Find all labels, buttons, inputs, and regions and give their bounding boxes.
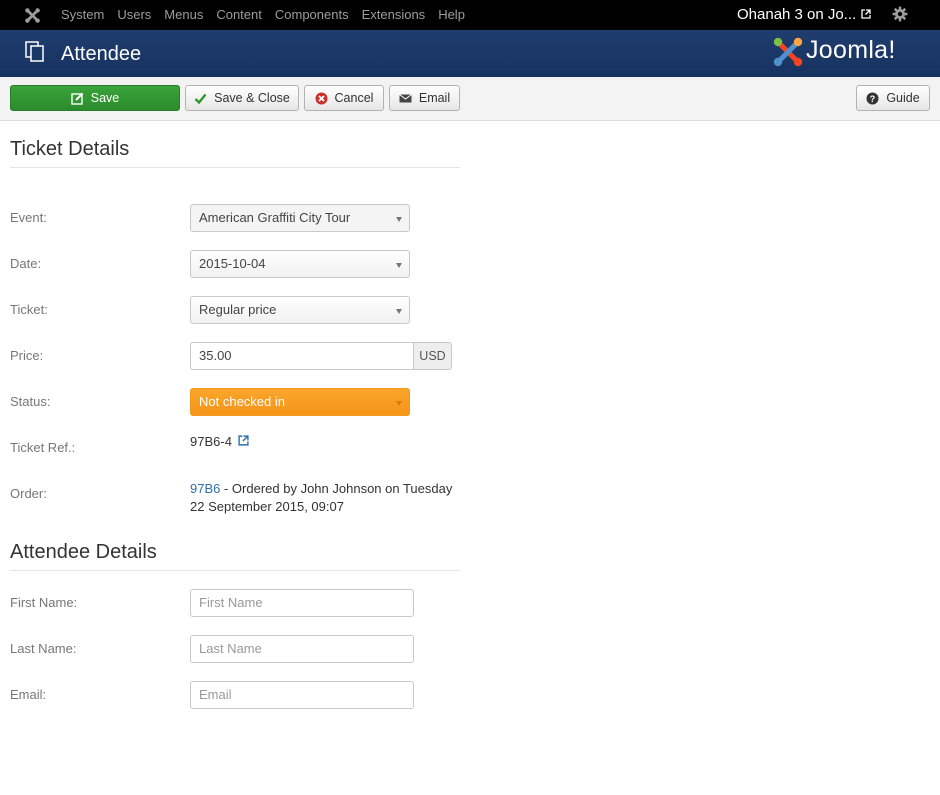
order-label: Order: [10,486,47,501]
menu-system[interactable]: System [61,7,104,23]
email-placeholder: Email [199,687,232,702]
menu-components[interactable]: Components [275,7,349,23]
external-link-icon[interactable] [237,435,249,446]
svg-text:?: ? [870,94,876,104]
ticket-ref-value: 97B6-4 [190,433,249,451]
order-link[interactable]: 97B6 [190,481,220,496]
menu-extensions[interactable]: Extensions [362,7,426,23]
question-circle-icon: ? [866,92,879,104]
save-label: Save [90,91,120,105]
email-label: Email [418,91,451,105]
joomla-wordmark: Joomla! [806,36,896,64]
ticket-select[interactable]: Regular price [190,296,410,324]
admin-menu: System Users Menus Content Components Ex… [61,7,478,23]
first-name-field[interactable]: First Name [190,589,414,617]
menu-content[interactable]: Content [216,7,262,23]
price-label: Price: [10,348,44,363]
menu-help[interactable]: Help [438,7,465,23]
envelope-icon [399,93,412,102]
gear-icon[interactable] [892,6,908,22]
save-close-label: Save & Close [214,91,290,105]
page-header: Attendee Joomla! [0,30,940,77]
copy-icon [25,41,44,62]
event-value: American Graffiti City Tour [199,210,351,225]
email-label: Email: [10,687,47,702]
status-label: Status: [10,394,51,409]
toolbar: Save Save & Close Cancel Email ? Guide [0,77,940,121]
menu-users[interactable]: Users [117,7,151,23]
currency-addon: USD [414,342,452,370]
status-value: Not checked in [199,394,285,409]
ticket-details-heading: Ticket Details [10,138,130,160]
last-name-label: Last Name: [10,641,77,656]
menu-menus[interactable]: Menus [164,7,203,23]
date-label: Date: [10,256,42,271]
admin-topbar: System Users Menus Content Components Ex… [0,0,940,30]
email-button[interactable]: Email [389,85,460,111]
save-close-button[interactable]: Save & Close [185,85,299,111]
order-value: 97B6 - Ordered by John Johnson on Tuesda… [190,480,470,516]
date-value: 2015-10-04 [199,256,266,271]
cancel-button[interactable]: Cancel [304,85,384,111]
event-label: Event: [10,210,47,225]
price-input[interactable]: 35.00 [190,342,414,370]
chevron-down-icon [396,217,402,222]
ticket-value: Regular price [199,302,277,317]
order-text: - Ordered by John Johnson on Tuesday [220,481,453,496]
ticket-ref-label: Ticket Ref.: [10,440,76,455]
email-field[interactable]: Email [190,681,414,709]
cancel-circle-icon [315,92,328,104]
divider [10,570,460,571]
chevron-down-icon [396,401,402,406]
divider [10,167,460,168]
save-button[interactable]: Save [10,85,180,111]
ticket-label: Ticket: [10,302,48,317]
last-name-field[interactable]: Last Name [190,635,414,663]
joomla-icon[interactable] [24,7,41,24]
attendee-details-heading: Attendee Details [10,541,157,563]
status-select[interactable]: Not checked in [190,388,410,416]
first-name-placeholder: First Name [199,595,263,610]
cancel-label: Cancel [334,91,374,105]
page-title: Attendee [61,43,142,65]
check-icon [194,93,207,104]
site-name-link[interactable]: Ohanah 3 on Jo... [737,6,856,24]
date-select[interactable]: 2015-10-04 [190,250,410,278]
chevron-down-icon [396,263,402,268]
edit-icon [71,92,83,105]
ticket-ref-text: 97B6-4 [190,434,232,449]
first-name-label: First Name: [10,595,78,610]
event-select[interactable]: American Graffiti City Tour [190,204,410,232]
chevron-down-icon [396,309,402,314]
guide-label: Guide [886,91,920,105]
guide-button[interactable]: ? Guide [856,85,930,111]
order-text-line2: 22 September 2015, 09:07 [190,499,344,514]
external-link-icon[interactable] [861,9,871,19]
last-name-placeholder: Last Name [199,641,262,656]
